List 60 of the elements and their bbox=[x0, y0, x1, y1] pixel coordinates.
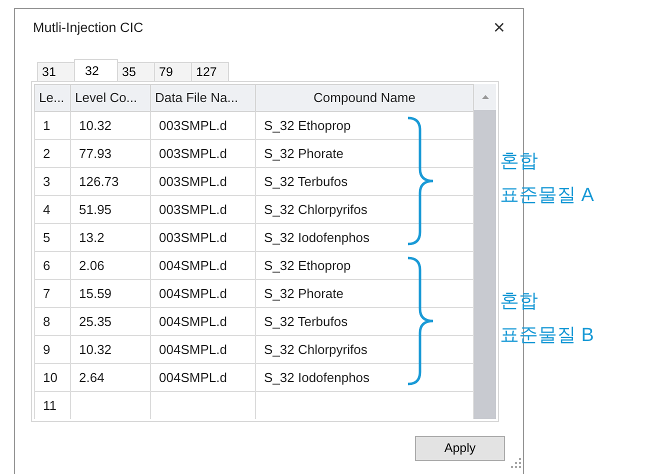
table-cell: 9 bbox=[43, 342, 50, 357]
table-cell: 13.2 bbox=[79, 230, 104, 245]
table-cell: 10 bbox=[43, 370, 58, 385]
table-cell: 004SMPL.d bbox=[159, 370, 227, 385]
table-cell: 5 bbox=[43, 230, 50, 245]
table-cell: 8 bbox=[43, 314, 50, 329]
resize-grip-icon[interactable] bbox=[510, 457, 522, 469]
table-cell: 4 bbox=[43, 202, 50, 217]
table-cell: S_32 Phorate bbox=[264, 286, 344, 301]
column-header: Le... bbox=[39, 90, 64, 106]
tab[interactable]: 127 bbox=[191, 62, 229, 81]
table-cell: S_32 Chlorpyrifos bbox=[264, 342, 368, 357]
table-cell: 004SMPL.d bbox=[159, 258, 227, 273]
apply-button[interactable]: Apply bbox=[415, 436, 505, 461]
table-cell: 7 bbox=[43, 286, 50, 301]
annotation-label: 표준물질 B bbox=[500, 324, 594, 348]
table-cell: 25.35 bbox=[79, 314, 112, 329]
table-cell: 004SMPL.d bbox=[159, 342, 227, 357]
column-header: Data File Na... bbox=[155, 90, 238, 106]
table-cell: 2 bbox=[43, 146, 50, 161]
table-cell: S_32 Ethoprop bbox=[264, 118, 351, 133]
table-cell: S_32 Terbufos bbox=[264, 174, 348, 189]
table-cell: 003SMPL.d bbox=[159, 146, 227, 161]
annotation-label: 표준물질 A bbox=[500, 184, 594, 208]
table-cell: 10.32 bbox=[79, 342, 112, 357]
table-cell: 2.06 bbox=[79, 258, 104, 273]
tab[interactable]: 31 bbox=[37, 62, 75, 81]
table-cell: 3 bbox=[43, 174, 50, 189]
table-cell: S_32 Iodofenphos bbox=[264, 370, 370, 385]
table-cell: 004SMPL.d bbox=[159, 314, 227, 329]
annotation-label: 혼합 bbox=[500, 150, 538, 174]
column-header: Compound Name bbox=[314, 90, 416, 106]
scroll-up-button[interactable] bbox=[474, 84, 496, 110]
column-header: Level Co... bbox=[75, 90, 138, 106]
table-cell: S_32 Terbufos bbox=[264, 314, 348, 329]
table-cell: S_32 Iodofenphos bbox=[264, 230, 370, 245]
up-arrow-icon bbox=[482, 95, 488, 99]
tab[interactable]: 79 bbox=[154, 62, 192, 81]
annotation-label: 혼합 bbox=[500, 290, 538, 314]
table-cell: 10.32 bbox=[79, 118, 112, 133]
scroll-thumb[interactable] bbox=[474, 110, 496, 419]
table-cell: 003SMPL.d bbox=[159, 202, 227, 217]
table-cell: 51.95 bbox=[79, 202, 112, 217]
table-cell: S_32 Chlorpyrifos bbox=[264, 202, 368, 217]
table-cell: S_32 Phorate bbox=[264, 146, 344, 161]
table-cell: 003SMPL.d bbox=[159, 230, 227, 245]
table-cell: 11 bbox=[43, 398, 56, 413]
table-cell: S_32 Ethoprop bbox=[264, 258, 351, 273]
table-cell: 6 bbox=[43, 258, 50, 273]
tab[interactable]: 35 bbox=[117, 62, 155, 81]
table-cell: 1 bbox=[43, 118, 50, 133]
close-button[interactable]: × bbox=[491, 18, 507, 38]
table-cell: 77.93 bbox=[79, 146, 112, 161]
window-title: Mutli-Injection CIC bbox=[33, 18, 144, 37]
table-cell: 126.73 bbox=[79, 174, 119, 189]
table-cell: 003SMPL.d bbox=[159, 174, 227, 189]
table-cell: 15.59 bbox=[79, 286, 112, 301]
table-cell: 2.64 bbox=[79, 370, 104, 385]
table-cell: 003SMPL.d bbox=[159, 118, 227, 133]
table-cell: 004SMPL.d bbox=[159, 286, 227, 301]
